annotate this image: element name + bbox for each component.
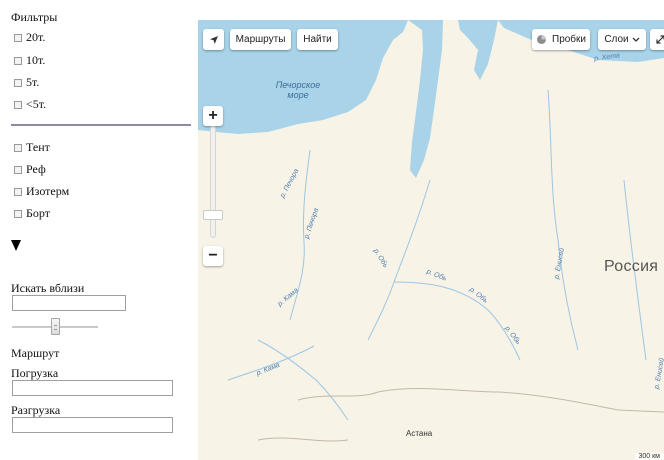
- filters-panel: Фильтры 20т. 10т. 5т. <5т. Тент Реф Изот…: [0, 0, 196, 460]
- checkbox-5t[interactable]: [14, 79, 22, 87]
- locate-me-button[interactable]: [203, 29, 224, 50]
- search-nearby-input[interactable]: [12, 295, 126, 311]
- chevron-down-icon: [632, 37, 640, 42]
- traffic-button[interactable]: Пробки: [532, 29, 590, 50]
- checkbox-lt5t-label: <5т.: [26, 97, 47, 111]
- route-title: Маршрут: [11, 346, 60, 360]
- unloading-label: Разгрузка: [11, 403, 61, 417]
- loading-label: Погрузка: [11, 366, 59, 380]
- traffic-light-icon: [537, 35, 546, 44]
- checkbox-lt5t[interactable]: [14, 101, 22, 109]
- traffic-label: Пробки: [552, 34, 586, 45]
- scale-label: 300 км: [634, 453, 664, 460]
- checkbox-ref[interactable]: [14, 166, 22, 174]
- layers-button[interactable]: Слои: [598, 29, 646, 50]
- zoom-in-button[interactable]: +: [203, 106, 223, 126]
- checkbox-bort-label: Борт: [26, 206, 50, 220]
- loading-input[interactable]: [12, 380, 173, 396]
- city-label: Астана: [406, 429, 433, 438]
- zoom-out-button[interactable]: −: [203, 246, 223, 266]
- search-nearby-label: Искать вблизи: [11, 281, 85, 295]
- find-button[interactable]: Найти: [297, 29, 338, 50]
- checkbox-tent[interactable]: [14, 144, 22, 152]
- checkbox-bort[interactable]: [14, 210, 22, 218]
- map[interactable]: Маршруты Найти Пробки Слои + − Печорское…: [198, 20, 664, 460]
- checkbox-20t[interactable]: [14, 34, 22, 42]
- routes-button[interactable]: Маршруты: [230, 29, 291, 50]
- country-label: Россия: [604, 258, 659, 275]
- checkbox-10t-label: 10т.: [26, 53, 46, 67]
- unloading-input[interactable]: [12, 417, 173, 433]
- collapse-triangle-icon[interactable]: [11, 240, 21, 251]
- checkbox-tent-label: Тент: [26, 140, 50, 154]
- locate-arrow-icon: [209, 35, 218, 44]
- radius-slider-handle[interactable]: [51, 318, 60, 335]
- zoom-slider-track[interactable]: [210, 120, 216, 238]
- checkbox-isotherm[interactable]: [14, 188, 22, 196]
- layers-label: Слои: [604, 34, 629, 45]
- expand-icon: [656, 35, 664, 44]
- zoom-in-icon: +: [208, 107, 218, 124]
- checkbox-isotherm-label: Изотерм: [26, 184, 70, 198]
- fullscreen-button[interactable]: [650, 29, 664, 50]
- filters-title: Фильтры: [11, 10, 58, 24]
- zoom-slider-handle[interactable]: [203, 210, 223, 220]
- checkbox-10t[interactable]: [14, 57, 22, 65]
- map-base: [198, 20, 664, 460]
- zoom-out-icon: −: [208, 247, 218, 264]
- sea-label: Печорское море: [275, 80, 321, 100]
- checkbox-20t-label: 20т.: [26, 30, 46, 44]
- checkbox-5t-label: 5т.: [26, 75, 40, 89]
- divider: [11, 124, 191, 126]
- checkbox-ref-label: Реф: [26, 162, 46, 176]
